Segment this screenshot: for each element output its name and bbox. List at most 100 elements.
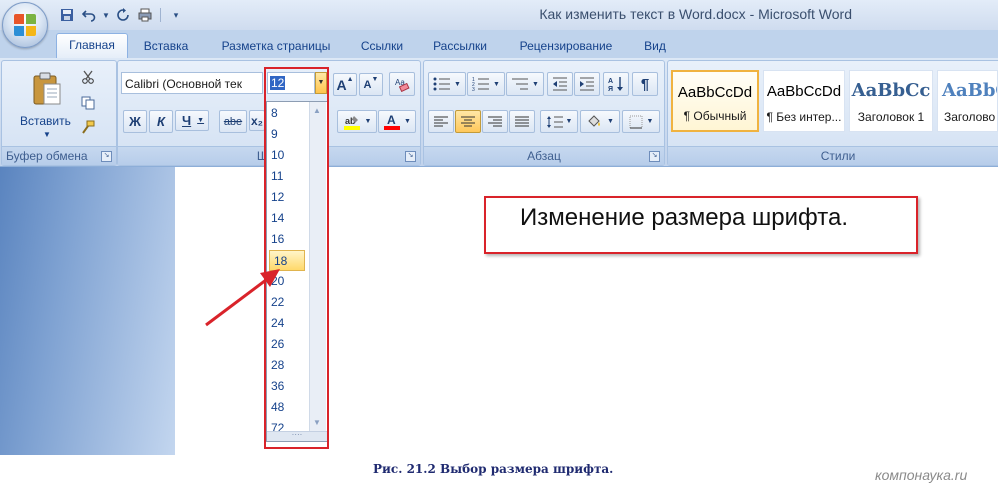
undo-icon[interactable] [80, 6, 98, 24]
font-size-option[interactable]: 14 [267, 208, 311, 229]
save-icon[interactable] [58, 6, 76, 24]
multilevel-list-icon [512, 78, 529, 90]
pilcrow-icon: ¶ [640, 75, 650, 93]
paragraph-dialog-launcher-icon[interactable]: ↘ [649, 151, 660, 162]
font-size-option[interactable]: 26 [267, 334, 311, 355]
tab-view[interactable]: Вид [636, 35, 674, 58]
style-normal-sample: AaBbCcDd [677, 84, 753, 101]
shrink-font-button[interactable]: A ▼ [359, 73, 383, 96]
paste-button-label[interactable]: Вставить [20, 114, 71, 128]
clipboard-dialog-launcher-icon[interactable]: ↘ [101, 151, 112, 162]
redo-icon[interactable] [114, 6, 132, 24]
multilevel-list-button[interactable]: ▼ [506, 72, 544, 96]
underline-dropdown-icon[interactable]: ▼ [197, 117, 204, 124]
multilevel-dropdown-icon[interactable]: ▼ [532, 81, 539, 88]
align-left-button[interactable] [428, 110, 454, 133]
styles-group-title: Стили [820, 149, 856, 163]
align-right-button[interactable] [482, 110, 508, 133]
window-title: Как изменить текст в Word.docx - Microso… [539, 6, 852, 22]
resize-grip-icon[interactable]: ···· [267, 431, 327, 441]
bullets-button[interactable]: ▼ [428, 72, 466, 96]
qat-separator [160, 8, 161, 22]
office-button[interactable] [2, 2, 48, 48]
font-color-button[interactable]: A ▼ [378, 110, 416, 133]
font-size-option[interactable]: 11 [267, 166, 311, 187]
cut-icon[interactable] [80, 69, 96, 85]
ribbon: Вставить ▼ Буфер обмена ↘ Шри ↘ Calibri … [0, 58, 998, 167]
increase-indent-icon [580, 77, 594, 91]
bullets-icon [433, 77, 451, 91]
font-size-input[interactable]: 12 [267, 72, 315, 94]
font-size-option[interactable]: 16 [267, 229, 311, 250]
paste-dropdown-icon[interactable]: ▼ [43, 130, 51, 139]
bold-button[interactable]: Ж [123, 110, 147, 133]
office-logo-icon [14, 14, 36, 36]
shrink-arrow-icon: ▼ [371, 76, 379, 83]
font-name-combobox[interactable]: Calibri (Основной тек [121, 72, 263, 94]
shading-button[interactable]: ▼ [580, 110, 620, 133]
dropdown-scrollbar[interactable]: ▲ ▼ [309, 102, 326, 431]
quick-access-toolbar: ▼ ▾ [58, 5, 185, 25]
sort-icon: AЯ [608, 77, 623, 92]
italic-button[interactable]: К [149, 110, 173, 133]
underline-button[interactable]: Ч ▼ [175, 110, 209, 131]
styles-group-label: Стили [668, 146, 998, 165]
borders-dropdown-icon[interactable]: ▼ [647, 118, 654, 125]
font-dialog-launcher-icon[interactable]: ↘ [405, 151, 416, 162]
line-spacing-button[interactable]: ▼ [540, 110, 578, 133]
highlighter-icon: ab [343, 115, 360, 130]
format-painter-icon[interactable] [80, 119, 96, 135]
font-size-option[interactable]: 12 [267, 187, 311, 208]
show-formatting-marks-button[interactable]: ¶ [632, 72, 658, 96]
paste-icon[interactable] [32, 72, 62, 106]
shading-dropdown-icon[interactable]: ▼ [607, 118, 614, 125]
bullets-dropdown-icon[interactable]: ▼ [454, 81, 461, 88]
justify-icon [515, 116, 529, 126]
tab-references[interactable]: Ссылки [352, 35, 412, 58]
annotation-arrow-icon [205, 269, 280, 327]
line-spacing-icon [546, 115, 563, 128]
site-watermark: компонаука.ru [875, 467, 968, 483]
style-heading-1[interactable]: AaBbCc Заголовок 1 [849, 70, 933, 132]
numbering-dropdown-icon[interactable]: ▼ [493, 81, 500, 88]
font-size-option[interactable]: 28 [267, 355, 311, 376]
customize-qat-icon[interactable]: ▾ [167, 6, 185, 24]
strikethrough-button[interactable]: abe [219, 110, 247, 133]
justify-button[interactable] [509, 110, 535, 133]
numbering-button[interactable]: 123 ▼ [467, 72, 505, 96]
font-size-dropdown-icon[interactable]: ▼ [315, 72, 327, 94]
style-no-spacing[interactable]: AaBbCcDd ¶ Без интер... [763, 70, 845, 132]
scroll-down-icon[interactable]: ▼ [313, 418, 321, 427]
font-color-dropdown-icon[interactable]: ▼ [404, 118, 411, 125]
highlight-dropdown-icon[interactable]: ▼ [365, 118, 372, 125]
tab-page-layout[interactable]: Разметка страницы [210, 35, 342, 58]
line-spacing-dropdown-icon[interactable]: ▼ [566, 118, 573, 125]
style-normal[interactable]: AaBbCcDd ¶ Обычный [671, 70, 759, 132]
align-left-icon [434, 116, 448, 126]
undo-dropdown-icon[interactable]: ▼ [102, 6, 110, 24]
font-size-option[interactable]: 10 [267, 145, 311, 166]
tab-insert[interactable]: Вставка [136, 35, 196, 58]
text-highlight-button[interactable]: ab ▼ [337, 110, 377, 133]
subscript-button[interactable]: x₂ [249, 110, 265, 131]
font-size-option[interactable]: 9 [267, 124, 311, 145]
tab-mailings[interactable]: Рассылки [424, 35, 496, 58]
grow-font-button[interactable]: A ▲ [333, 73, 357, 96]
decrease-indent-button[interactable] [547, 72, 573, 96]
tab-review[interactable]: Рецензирование [508, 35, 624, 58]
font-size-option[interactable]: 48 [267, 397, 311, 418]
copy-icon[interactable] [80, 95, 96, 111]
scroll-up-icon[interactable]: ▲ [313, 106, 321, 115]
font-size-option[interactable]: 8 [267, 103, 311, 124]
clear-formatting-button[interactable]: Aa [389, 72, 415, 96]
style-heading-2[interactable]: AaBbC Заголово [937, 70, 998, 132]
print-preview-icon[interactable] [136, 6, 154, 24]
increase-indent-button[interactable] [574, 72, 600, 96]
tab-home[interactable]: Главная [56, 33, 128, 59]
underline-label: Ч [182, 113, 192, 128]
align-center-button[interactable] [455, 110, 481, 133]
align-center-icon [461, 116, 475, 126]
borders-button[interactable]: ▼ [622, 110, 660, 133]
sort-button[interactable]: AЯ [603, 72, 629, 96]
font-size-option[interactable]: 36 [267, 376, 311, 397]
